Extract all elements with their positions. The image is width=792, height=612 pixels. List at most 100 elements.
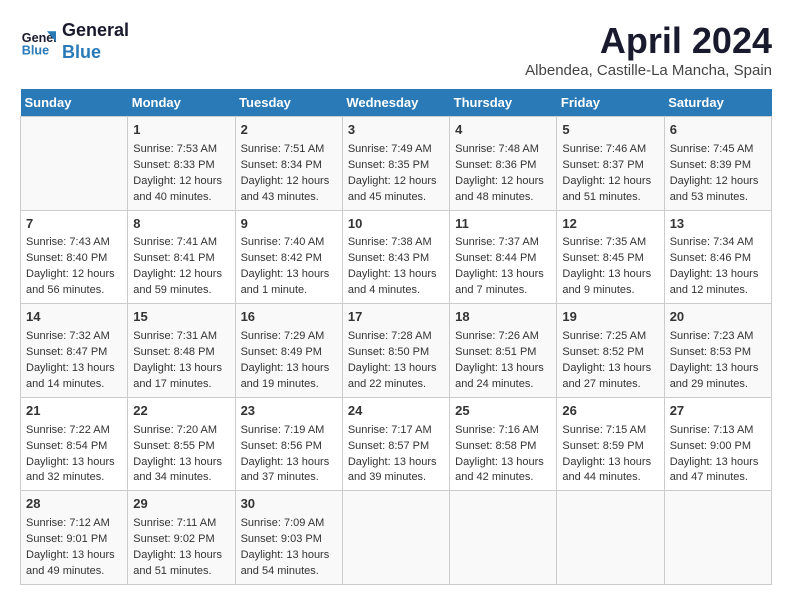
sunrise-text: Sunrise: 7:34 AM: [670, 235, 766, 251]
sunset-text: Sunset: 8:54 PM: [26, 439, 122, 455]
daylight-text: Daylight: 13 hours and 34 minutes.: [133, 455, 229, 487]
sunset-text: Sunset: 8:37 PM: [562, 158, 658, 174]
daylight-text: Daylight: 13 hours and 37 minutes.: [241, 455, 337, 487]
calendar-cell: 10Sunrise: 7:38 AMSunset: 8:43 PMDayligh…: [342, 210, 449, 304]
calendar-cell: 5Sunrise: 7:46 AMSunset: 8:37 PMDaylight…: [557, 117, 664, 211]
daylight-text: Daylight: 12 hours and 51 minutes.: [562, 174, 658, 206]
sunset-text: Sunset: 8:45 PM: [562, 251, 658, 267]
sunset-text: Sunset: 9:03 PM: [241, 532, 337, 548]
sunrise-text: Sunrise: 7:46 AM: [562, 142, 658, 158]
calendar-table: SundayMondayTuesdayWednesdayThursdayFrid…: [20, 89, 772, 585]
calendar-cell: 3Sunrise: 7:49 AMSunset: 8:35 PMDaylight…: [342, 117, 449, 211]
day-number: 1: [133, 121, 229, 140]
day-number: 10: [348, 215, 444, 234]
day-number: 20: [670, 308, 766, 327]
daylight-text: Daylight: 12 hours and 56 minutes.: [26, 267, 122, 299]
daylight-text: Daylight: 13 hours and 22 minutes.: [348, 361, 444, 393]
header-day-sunday: Sunday: [21, 89, 128, 117]
day-number: 12: [562, 215, 658, 234]
header-day-saturday: Saturday: [664, 89, 771, 117]
calendar-cell: 1 Sunrise: 7:53 AMSunset: 8:33 PMDaylight…: [128, 117, 235, 211]
daylight-text: Daylight: 13 hours and 14 minutes.: [26, 361, 122, 393]
day-number: 18: [455, 308, 551, 327]
sunrise-text: Sunrise: 7:51 AM: [241, 142, 337, 158]
daylight-text: Daylight: 13 hours and 7 minutes.: [455, 267, 551, 299]
daylight-text: Daylight: 12 hours and 45 minutes.: [348, 174, 444, 206]
daylight-text: Daylight: 13 hours and 9 minutes.: [562, 267, 658, 299]
daylight-text: Daylight: 13 hours and 42 minutes.: [455, 455, 551, 487]
month-title: April 2024: [525, 20, 772, 62]
day-number: 21: [26, 402, 122, 421]
day-number: 6: [670, 121, 766, 140]
sunrise-text: Sunrise: 7:19 AM: [241, 423, 337, 439]
day-number: 13: [670, 215, 766, 234]
calendar-cell: 23Sunrise: 7:19 AMSunset: 8:56 PMDayligh…: [235, 397, 342, 491]
sunrise-text: Sunrise: 7:32 AM: [26, 329, 122, 345]
day-number: 14: [26, 308, 122, 327]
sunrise-text: Sunrise: 7:17 AM: [348, 423, 444, 439]
calendar-cell: 9Sunrise: 7:40 AMSunset: 8:42 PMDaylight…: [235, 210, 342, 304]
calendar-cell: 2 Sunrise: 7:51 AMSunset: 8:34 PMDaylight…: [235, 117, 342, 211]
daylight-text: Daylight: 13 hours and 24 minutes.: [455, 361, 551, 393]
calendar-cell: 21Sunrise: 7:22 AMSunset: 8:54 PMDayligh…: [21, 397, 128, 491]
sunrise-text: Sunrise: 7:49 AM: [348, 142, 444, 158]
calendar-week-row: 7Sunrise: 7:43 AMSunset: 8:40 PMDaylight…: [21, 210, 772, 304]
sunrise-text: Sunrise: 7:23 AM: [670, 329, 766, 345]
sunrise-text: Sunrise: 7:09 AM: [241, 516, 337, 532]
sunset-text: Sunset: 8:49 PM: [241, 345, 337, 361]
calendar-cell: 8Sunrise: 7:41 AMSunset: 8:41 PMDaylight…: [128, 210, 235, 304]
sunset-text: Sunset: 8:47 PM: [26, 345, 122, 361]
sunset-text: Sunset: 8:40 PM: [26, 251, 122, 267]
sunrise-text: Sunrise: 7:48 AM: [455, 142, 551, 158]
calendar-cell: 7Sunrise: 7:43 AMSunset: 8:40 PMDaylight…: [21, 210, 128, 304]
daylight-text: Daylight: 13 hours and 29 minutes.: [670, 361, 766, 393]
sunrise-text: Sunrise: 7:26 AM: [455, 329, 551, 345]
day-number: 28: [26, 495, 122, 514]
sunrise-text: Sunrise: 7:29 AM: [241, 329, 337, 345]
daylight-text: Daylight: 13 hours and 17 minutes.: [133, 361, 229, 393]
sunset-text: Sunset: 8:59 PM: [562, 439, 658, 455]
calendar-cell: 17Sunrise: 7:28 AMSunset: 8:50 PMDayligh…: [342, 304, 449, 398]
calendar-cell: 27Sunrise: 7:13 AMSunset: 9:00 PMDayligh…: [664, 397, 771, 491]
day-number: 2: [241, 121, 337, 140]
calendar-cell: 22Sunrise: 7:20 AMSunset: 8:55 PMDayligh…: [128, 397, 235, 491]
daylight-text: Daylight: 13 hours and 32 minutes.: [26, 455, 122, 487]
calendar-cell: [450, 491, 557, 585]
daylight-text: Daylight: 12 hours and 40 minutes.: [133, 174, 229, 206]
day-number: 17: [348, 308, 444, 327]
location-subtitle: Albendea, Castille-La Mancha, Spain: [525, 62, 772, 79]
logo: General Blue General Blue: [20, 20, 129, 63]
calendar-cell: 4Sunrise: 7:48 AMSunset: 8:36 PMDaylight…: [450, 117, 557, 211]
calendar-cell: 18Sunrise: 7:26 AMSunset: 8:51 PMDayligh…: [450, 304, 557, 398]
sunset-text: Sunset: 8:33 PM: [133, 158, 229, 174]
sunset-text: Sunset: 9:02 PM: [133, 532, 229, 548]
daylight-text: Daylight: 12 hours and 43 minutes.: [241, 174, 337, 206]
calendar-week-row: 1Sunrise: 7:53 AMSunset: 8:33 PMDaylight…: [21, 117, 772, 211]
calendar-cell: [557, 491, 664, 585]
daylight-text: Daylight: 12 hours and 48 minutes.: [455, 174, 551, 206]
calendar-cell: 24Sunrise: 7:17 AMSunset: 8:57 PMDayligh…: [342, 397, 449, 491]
sunrise-text: Sunrise: 7:13 AM: [670, 423, 766, 439]
daylight-text: Daylight: 13 hours and 19 minutes.: [241, 361, 337, 393]
calendar-header-row: SundayMondayTuesdayWednesdayThursdayFrid…: [21, 89, 772, 117]
sunset-text: Sunset: 8:34 PM: [241, 158, 337, 174]
sunrise-text: Sunrise: 7:28 AM: [348, 329, 444, 345]
daylight-text: Daylight: 12 hours and 59 minutes.: [133, 267, 229, 299]
sunrise-text: Sunrise: 7:12 AM: [26, 516, 122, 532]
calendar-cell: 11Sunrise: 7:37 AMSunset: 8:44 PMDayligh…: [450, 210, 557, 304]
daylight-text: Daylight: 13 hours and 44 minutes.: [562, 455, 658, 487]
sunset-text: Sunset: 8:35 PM: [348, 158, 444, 174]
sunrise-text: Sunrise: 7:35 AM: [562, 235, 658, 251]
day-number: 8: [133, 215, 229, 234]
sunrise-text: Sunrise: 7:53 AM: [133, 142, 229, 158]
sunrise-text: Sunrise: 7:40 AM: [241, 235, 337, 251]
sunrise-text: Sunrise: 7:41 AM: [133, 235, 229, 251]
calendar-cell: 6Sunrise: 7:45 AMSunset: 8:39 PMDaylight…: [664, 117, 771, 211]
calendar-cell: [21, 117, 128, 211]
sunset-text: Sunset: 8:36 PM: [455, 158, 551, 174]
day-number: 15: [133, 308, 229, 327]
sunrise-text: Sunrise: 7:16 AM: [455, 423, 551, 439]
sunrise-text: Sunrise: 7:38 AM: [348, 235, 444, 251]
calendar-cell: 16Sunrise: 7:29 AMSunset: 8:49 PMDayligh…: [235, 304, 342, 398]
sunset-text: Sunset: 8:56 PM: [241, 439, 337, 455]
